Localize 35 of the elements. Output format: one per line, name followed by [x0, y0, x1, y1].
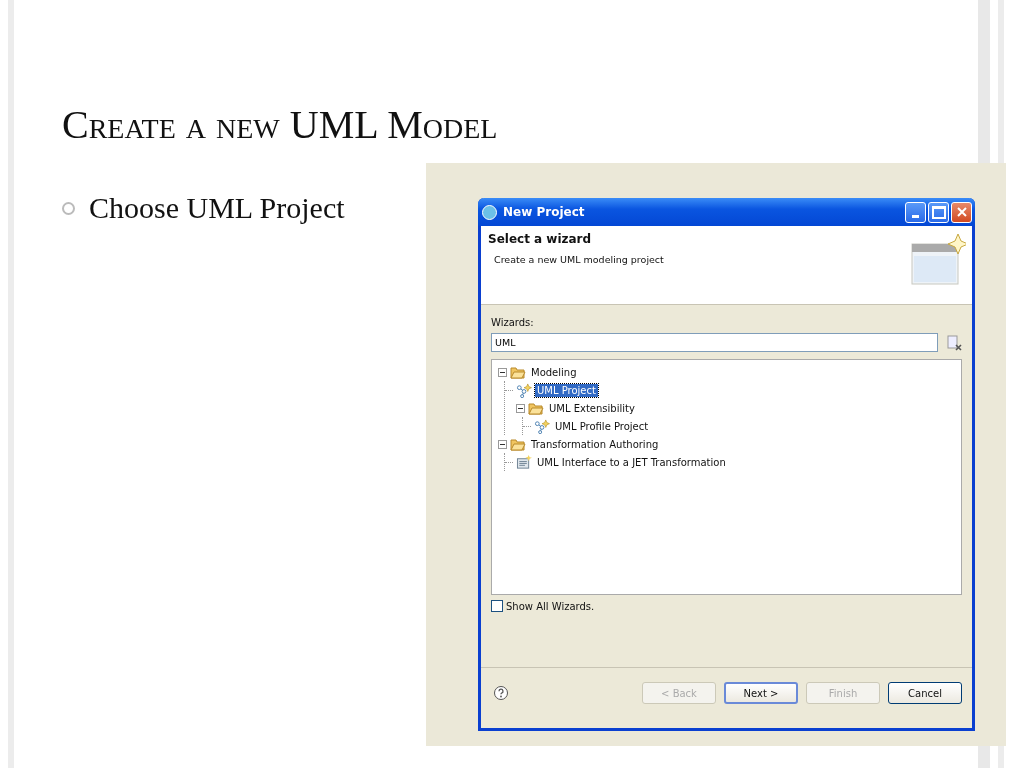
folder-icon: [528, 400, 544, 416]
header-title: Select a wizard: [488, 232, 593, 246]
close-icon: [956, 207, 967, 217]
project-icon: [516, 382, 532, 398]
tree-item[interactable]: UML Profile Project: [553, 419, 651, 433]
wizard-window-icon: [910, 232, 966, 288]
collapse-icon[interactable]: [498, 367, 507, 377]
app-icon: [482, 204, 497, 220]
tree-item[interactable]: UML Project: [535, 383, 598, 397]
filter-field[interactable]: UML: [491, 333, 938, 352]
collapse-icon[interactable]: [498, 439, 507, 449]
maximize-button[interactable]: [928, 201, 949, 223]
slide-title: Create a new UML Model: [62, 101, 499, 149]
bullet-icon: [62, 201, 75, 215]
collapse-icon[interactable]: [516, 403, 525, 413]
help-icon[interactable]: [493, 685, 509, 701]
wizards-label: Wizards:: [491, 317, 535, 328]
bullet-text: Choose UML Project: [89, 191, 345, 225]
tree-item[interactable]: UML Interface to a JET Transformation: [535, 455, 728, 469]
dialog-button[interactable]: Cancel: [888, 682, 962, 704]
dialog-button[interactable]: Next >: [724, 682, 798, 704]
checkbox-label: Show All Wizards.: [506, 600, 595, 612]
transformation-icon: [516, 454, 532, 470]
window-title: New Project: [503, 205, 586, 219]
clear-filter-icon[interactable]: [946, 334, 962, 351]
close-button[interactable]: [951, 201, 972, 223]
folder-icon: [510, 364, 526, 380]
tree-item[interactable]: Modeling: [529, 365, 579, 379]
minimize-button[interactable]: [905, 201, 926, 223]
tree-item[interactable]: UML Extensibility: [547, 401, 637, 415]
tree-item[interactable]: Transformation Authoring: [529, 437, 661, 451]
folder-icon: [510, 436, 526, 452]
header-description: Create a new UML modeling project: [494, 254, 664, 265]
checkbox[interactable]: [491, 600, 503, 612]
project-icon: [534, 418, 550, 434]
